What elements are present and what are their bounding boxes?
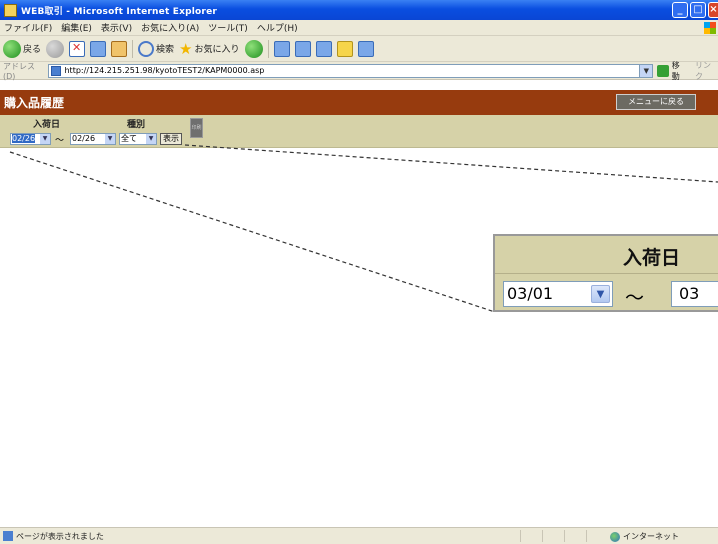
minimize-button[interactable]: _ bbox=[672, 2, 688, 18]
from-date-value: 02/26 bbox=[12, 134, 36, 143]
back-button[interactable]: 戻る bbox=[3, 39, 42, 58]
favorites-button[interactable]: ★ お気に入り bbox=[179, 40, 239, 58]
menu-favorites[interactable]: お気に入り(A) bbox=[141, 21, 199, 34]
mail-button[interactable] bbox=[273, 40, 290, 57]
chevron-down-icon: ▼ bbox=[105, 134, 115, 144]
page-title: 購入品履歴 bbox=[4, 96, 65, 110]
callout-arrival-date-label: 入荷日 bbox=[623, 247, 681, 269]
toolbar-separator bbox=[267, 39, 269, 58]
search-button[interactable]: 検索 bbox=[138, 40, 175, 57]
window-title: WEB取引 - Microsoft Internet Explorer bbox=[21, 6, 218, 17]
menu-tools[interactable]: ツール(T) bbox=[208, 21, 248, 34]
menu-help[interactable]: ヘルプ(H) bbox=[257, 21, 298, 34]
window-title-bar: WEB取引 - Microsoft Internet Explorer _ □ … bbox=[0, 0, 718, 20]
go-arrow-icon bbox=[657, 64, 669, 77]
menu-edit[interactable]: 編集(E) bbox=[61, 21, 92, 34]
security-zone: インターネット bbox=[610, 531, 679, 542]
callout-separator: ～ bbox=[625, 287, 645, 309]
back-to-menu-button[interactable]: メニューに戻る bbox=[616, 94, 696, 110]
folder-button[interactable] bbox=[336, 40, 353, 57]
favorites-label: お気に入り bbox=[194, 45, 240, 55]
to-date-value: 02/26 bbox=[72, 134, 96, 143]
status-bar: ページが表示されました インターネット bbox=[0, 527, 718, 544]
menu-file[interactable]: ファイル(F) bbox=[4, 21, 52, 34]
browser-toolbar: 戻る 検索 ★ お気に入り bbox=[0, 36, 718, 62]
home-button[interactable] bbox=[111, 40, 128, 57]
chevron-down-icon: ▼ bbox=[146, 134, 156, 144]
print-toolbar-button[interactable] bbox=[294, 40, 311, 57]
favorites-star-icon: ★ bbox=[179, 39, 193, 58]
ie-app-icon bbox=[4, 3, 17, 17]
menu-view[interactable]: 表示(V) bbox=[101, 21, 132, 34]
page-icon bbox=[51, 65, 62, 76]
type-value: 全て bbox=[121, 134, 137, 143]
from-date-select[interactable]: 02/26 ▼ bbox=[10, 133, 51, 145]
address-label: アドレス(D) bbox=[3, 61, 35, 81]
links-label[interactable]: リンク bbox=[695, 60, 718, 82]
page-header: 購入品履歴 メニューに戻る bbox=[0, 90, 718, 115]
globe-icon bbox=[610, 531, 620, 542]
refresh-button[interactable] bbox=[90, 40, 107, 57]
edit-button[interactable] bbox=[315, 40, 332, 57]
address-input[interactable]: http://124.215.251.98/kyotoTEST2/KAPM000… bbox=[48, 63, 654, 78]
page-status-icon bbox=[3, 531, 13, 541]
go-label: 移動 bbox=[671, 60, 680, 81]
toolbar-separator bbox=[132, 39, 134, 58]
back-arrow-icon bbox=[3, 39, 21, 58]
address-dropdown-icon[interactable]: ▼ bbox=[639, 64, 653, 77]
back-label: 戻る bbox=[23, 45, 42, 55]
to-date-select[interactable]: 02/26 ▼ bbox=[70, 133, 116, 145]
history-button[interactable] bbox=[244, 39, 263, 58]
close-button[interactable]: × bbox=[708, 2, 718, 18]
forward-button[interactable] bbox=[46, 39, 65, 58]
print-button[interactable]: 印刷 bbox=[190, 118, 203, 138]
type-label: 種別 bbox=[127, 120, 146, 130]
callout-to-date-select: 03 bbox=[671, 281, 718, 307]
chevron-down-icon: ▼ bbox=[591, 285, 610, 303]
windows-logo-icon bbox=[704, 22, 716, 34]
callout-to-date-value: 03 bbox=[679, 284, 700, 303]
callout-row: 03/01 ▼ ～ 03 bbox=[495, 274, 718, 310]
maximize-button[interactable]: □ bbox=[690, 2, 706, 18]
stop-button[interactable] bbox=[69, 40, 86, 57]
window-controls: _ □ × bbox=[672, 2, 718, 18]
chevron-down-icon: ▼ bbox=[40, 134, 50, 144]
search-label: 検索 bbox=[156, 45, 175, 55]
type-select[interactable]: 全て ▼ bbox=[119, 133, 157, 145]
filter-bar: 入荷日 種別 02/26 ▼ ～ 02/26 ▼ 全て ▼ 表示 印刷 bbox=[0, 115, 718, 148]
callout-from-date-value: 03/01 bbox=[507, 284, 554, 303]
status-message: ページが表示されました bbox=[16, 531, 104, 541]
status-cells bbox=[520, 530, 608, 542]
go-button[interactable]: 移動 bbox=[657, 60, 687, 82]
address-url: http://124.215.251.98/kyotoTEST2/KAPM000… bbox=[64, 66, 265, 75]
address-bar: アドレス(D) http://124.215.251.98/kyotoTEST2… bbox=[0, 60, 718, 82]
arrival-date-label: 入荷日 bbox=[33, 120, 61, 130]
zone-label: インターネット bbox=[623, 532, 679, 541]
callout-header: 入荷日 bbox=[495, 236, 718, 274]
messenger-button[interactable] bbox=[357, 40, 374, 57]
show-button[interactable]: 表示 bbox=[160, 133, 182, 145]
menu-bar: ファイル(F) 編集(E) 表示(V) お気に入り(A) ツール(T) ヘルプ(… bbox=[0, 20, 718, 36]
callout-zoom-box: 入荷日 03/01 ▼ ～ 03 bbox=[493, 234, 718, 312]
search-icon bbox=[138, 40, 155, 57]
callout-from-date-select: 03/01 ▼ bbox=[503, 281, 613, 307]
date-range-separator: ～ bbox=[55, 136, 65, 146]
